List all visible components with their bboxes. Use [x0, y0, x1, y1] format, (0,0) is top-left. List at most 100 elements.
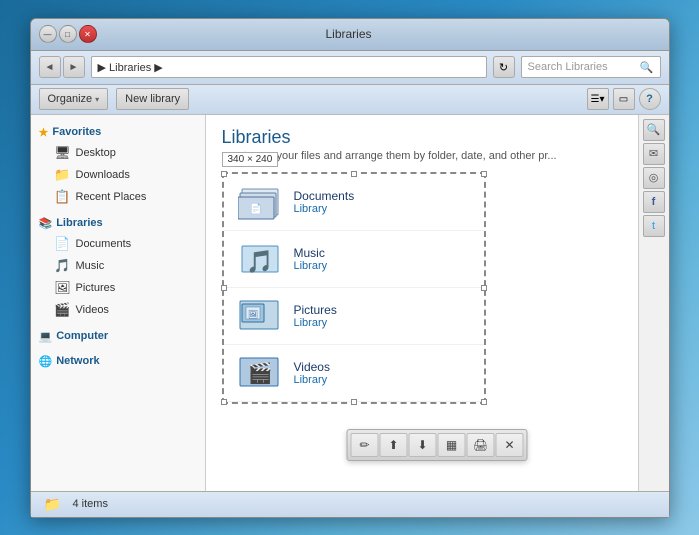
side-share-icon: ◎: [649, 171, 659, 184]
sidebar-item-videos[interactable]: 🎬 Videos: [31, 299, 205, 321]
window-controls: — □ ✕: [39, 25, 97, 43]
sidebar-item-downloads[interactable]: 📁 Downloads: [31, 164, 205, 186]
edit-icon: ✏: [359, 438, 369, 452]
svg-text:🖼: 🖼: [247, 310, 257, 319]
libraries-section: 📚 Libraries 📄 Documents 🎵 Music 🖼 Pictur…: [31, 214, 205, 321]
size-label: 340 × 240: [222, 152, 279, 167]
new-library-button[interactable]: New library: [116, 88, 189, 110]
handle-br[interactable]: [481, 399, 487, 405]
side-twitter-button[interactable]: t: [643, 215, 665, 237]
side-search-icon: 🔍: [647, 123, 661, 136]
library-item-videos[interactable]: 🎬 Videos Library: [224, 345, 484, 402]
help-button[interactable]: ?: [639, 88, 661, 110]
float-download-button[interactable]: ⬇: [409, 433, 437, 457]
side-email-icon: ✉: [649, 147, 658, 160]
svg-text:🎬: 🎬: [247, 361, 272, 385]
side-search-button[interactable]: 🔍: [643, 119, 665, 141]
address-bar: ◄ ► ▶ Libraries ▶ ↻ Search Libraries 🔍: [31, 51, 669, 85]
sidebar-item-recent-places[interactable]: 📋 Recent Places: [31, 186, 205, 208]
back-button[interactable]: ◄: [39, 56, 61, 78]
handle-mr[interactable]: [481, 285, 487, 291]
side-share-button[interactable]: ◎: [643, 167, 665, 189]
nav-buttons: ◄ ►: [39, 56, 85, 78]
documents-icon: 📄: [55, 236, 71, 252]
computer-section-title[interactable]: 💻 Computer: [31, 327, 205, 346]
main-content: Libraries rary to see your files and arr…: [206, 115, 669, 491]
float-upload-button[interactable]: ⬆: [380, 433, 408, 457]
videos-lib-info: Videos Library: [294, 360, 330, 386]
content-area: ★ Favorites 🖥 Desktop 📁 Downloads 📋 Rece…: [31, 115, 669, 491]
handle-bm[interactable]: [351, 399, 357, 405]
side-facebook-button[interactable]: f: [643, 191, 665, 213]
computer-section: 💻 Computer: [31, 327, 205, 346]
close-button[interactable]: ✕: [79, 25, 97, 43]
library-item-documents[interactable]: 📄 Documents Library: [224, 174, 484, 231]
float-edit-button[interactable]: ✏: [351, 433, 379, 457]
desktop-icon: 🖥: [55, 145, 71, 161]
main-window: — □ ✕ Libraries ◄ ► ▶ Libraries ▶ ↻ Sear…: [30, 18, 670, 518]
address-path[interactable]: ▶ Libraries ▶: [91, 56, 487, 78]
organize-button[interactable]: Organize ▾: [39, 88, 109, 110]
music-icon: 🎵: [55, 258, 71, 274]
float-close-button[interactable]: ✕: [496, 433, 524, 457]
side-facebook-icon: f: [652, 196, 656, 208]
upload-icon: ⬆: [388, 438, 398, 452]
network-icon: 🌐: [39, 355, 53, 368]
toolbar-right: ☰▾ ▭ ?: [587, 88, 661, 110]
libraries-section-title[interactable]: 📚 Libraries: [31, 214, 205, 233]
favorites-section-title[interactable]: ★ Favorites: [31, 123, 205, 142]
float-print-button[interactable]: 🖨: [467, 433, 495, 457]
handle-ml[interactable]: [221, 285, 227, 291]
sidebar-item-documents[interactable]: 📄 Documents: [31, 233, 205, 255]
network-section-title[interactable]: 🌐 Network: [31, 352, 205, 371]
downloads-folder-icon: 📁: [55, 167, 71, 183]
side-email-button[interactable]: ✉: [643, 143, 665, 165]
page-description: rary to see your files and arrange them …: [222, 150, 653, 162]
sidebar-item-pictures[interactable]: 🖼 Pictures: [31, 277, 205, 299]
grid-icon: ▦: [446, 438, 457, 452]
view-options-button[interactable]: ☰▾: [587, 88, 609, 110]
view-icon: ☰▾: [591, 94, 605, 105]
handle-tr[interactable]: [481, 171, 487, 177]
title-bar: — □ ✕ Libraries: [31, 19, 669, 51]
handle-bl[interactable]: [221, 399, 227, 405]
library-list: 📄 Documents Library: [224, 174, 484, 402]
network-section: 🌐 Network: [31, 352, 205, 371]
download-icon: ⬇: [417, 438, 427, 452]
page-title: Libraries: [222, 127, 653, 148]
minimize-button[interactable]: —: [39, 25, 57, 43]
documents-lib-info: Documents Library: [294, 189, 355, 215]
library-item-pictures[interactable]: 🖼 Pictures Library: [224, 288, 484, 345]
refresh-button[interactable]: ↻: [493, 56, 515, 78]
search-box[interactable]: Search Libraries 🔍: [521, 56, 661, 78]
sidebar-item-music[interactable]: 🎵 Music: [31, 255, 205, 277]
selection-container: 340 × 240: [222, 172, 486, 404]
favorites-section: ★ Favorites 🖥 Desktop 📁 Downloads 📋 Rece…: [31, 123, 205, 208]
videos-lib-icon: 🎬: [236, 353, 284, 393]
music-lib-info: Music Library: [294, 246, 328, 272]
side-tools-panel: 🔍 ✉ ◎ f t: [638, 115, 669, 491]
pictures-lib-icon: 🖼: [236, 296, 284, 336]
side-twitter-icon: t: [652, 220, 655, 232]
svg-text:📄: 📄: [249, 202, 261, 215]
videos-icon: 🎬: [55, 302, 71, 318]
organize-arrow: ▾: [95, 95, 99, 104]
preview-pane-button[interactable]: ▭: [613, 88, 635, 110]
forward-button[interactable]: ►: [63, 56, 85, 78]
library-item-music[interactable]: 🎵 Music Library: [224, 231, 484, 288]
handle-tm[interactable]: [351, 171, 357, 177]
pictures-lib-info: Pictures Library: [294, 303, 337, 329]
print-icon: 🖨: [473, 438, 488, 452]
maximize-button[interactable]: □: [59, 25, 77, 43]
floating-toolbar: ✏ ⬆ ⬇ ▦ 🖨 ✕: [347, 429, 528, 461]
handle-tl[interactable]: [221, 171, 227, 177]
float-grid-button[interactable]: ▦: [438, 433, 466, 457]
toolbar: Organize ▾ New library ☰▾ ▭ ?: [31, 85, 669, 115]
documents-lib-icon: 📄: [236, 182, 284, 222]
svg-text:🎵: 🎵: [246, 249, 273, 274]
sidebar: ★ Favorites 🖥 Desktop 📁 Downloads 📋 Rece…: [31, 115, 206, 491]
status-folder-icon: 📁: [43, 494, 63, 514]
pictures-icon: 🖼: [55, 280, 71, 296]
sidebar-item-desktop[interactable]: 🖥 Desktop: [31, 142, 205, 164]
computer-icon: 💻: [39, 330, 53, 343]
